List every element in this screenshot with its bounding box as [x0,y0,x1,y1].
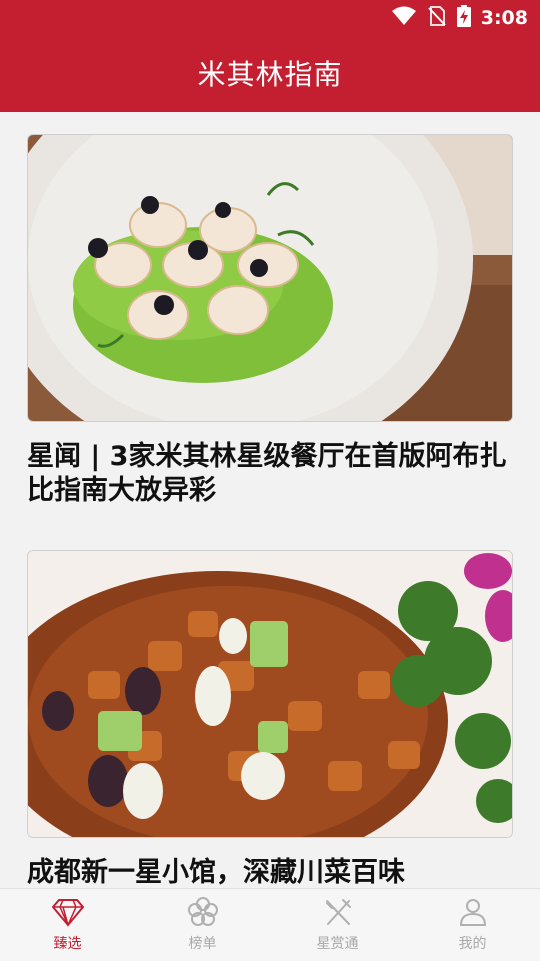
diamond-icon [51,897,84,931]
page-title: 米其林指南 [197,58,343,91]
article-headline[interactable]: 成都新一星小馆，深藏川菜百味 [27,856,507,888]
tab-star-pass[interactable]: 星赏通 [270,889,405,961]
status-bar: 3:08 [0,0,540,36]
flower-icon [187,897,218,931]
status-icons: 3:08 [391,5,528,31]
fork-knife-icon [323,897,353,931]
article-feed[interactable]: 星闻 | 3家米其林星级餐厅在首版阿布扎比指南大放异彩 成都新一星小馆，深藏川菜… [0,112,540,888]
sichuan-stir-fry-photo[interactable] [27,550,513,838]
tab-label: 我的 [458,936,487,952]
tab-rankings[interactable]: 榜单 [135,889,270,961]
clock: 3:08 [480,7,528,29]
tab-label: 榜单 [188,936,217,952]
bottom-tab-bar: 臻选 榜单 星赏通 我的 [0,888,540,961]
battery-charging-icon [456,5,471,31]
person-icon [458,897,488,931]
app-bar: 米其林指南 [0,36,540,112]
tab-label: 臻选 [53,936,82,952]
tab-featured[interactable]: 臻选 [0,889,135,961]
plated-seafood-dish-photo[interactable] [27,134,513,422]
no-sim-icon [427,5,447,31]
article-card[interactable]: 星闻 | 3家米其林星级餐厅在首版阿布扎比指南大放异彩 [27,134,513,508]
tab-profile[interactable]: 我的 [405,889,540,961]
article-card[interactable]: 成都新一星小馆，深藏川菜百味 [27,550,513,888]
tab-label: 星赏通 [316,936,359,952]
article-headline[interactable]: 星闻 | 3家米其林星级餐厅在首版阿布扎比指南大放异彩 [27,440,507,508]
wifi-icon [391,6,417,30]
